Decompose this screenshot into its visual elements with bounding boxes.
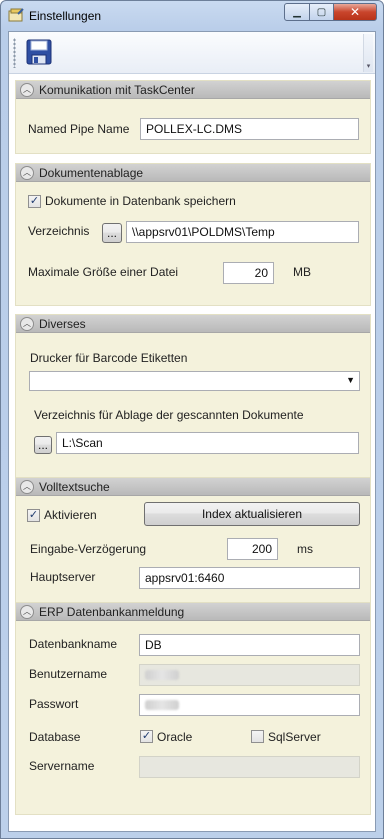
close-icon: ✕ xyxy=(349,5,361,19)
close-button[interactable]: ✕ xyxy=(333,3,377,21)
max-file-size-unit: MB xyxy=(293,265,311,279)
fulltext-activate-checkbox[interactable]: ✓ xyxy=(27,509,40,522)
minimize-icon: ▁ xyxy=(293,6,301,18)
main-server-input[interactable]: appsrv01:6460 xyxy=(139,567,360,589)
floppy-disk-icon[interactable] xyxy=(25,38,53,66)
minimize-button[interactable]: ▁ xyxy=(284,3,310,21)
toolbar-overflow-button[interactable]: ▾ xyxy=(363,34,373,72)
browse-directory-button[interactable]: ... xyxy=(102,223,122,243)
input-delay-input[interactable]: 200 xyxy=(227,538,278,560)
database-label: Database xyxy=(29,730,81,744)
named-pipe-input[interactable]: POLLEX-LC.DMS xyxy=(140,118,359,140)
main-server-label: Hauptserver xyxy=(30,570,96,584)
db-name-label: Datenbankname xyxy=(29,637,118,651)
barcode-printer-label: Drucker für Barcode Etiketten xyxy=(30,351,188,365)
chevron-up-icon[interactable]: ︿ xyxy=(20,317,34,331)
password-label: Passwort xyxy=(29,697,79,711)
settings-client-area: ▾ ︿ Komunikation mit TaskCenter Named Pi… xyxy=(8,31,376,832)
section-title: Diverses xyxy=(39,317,86,331)
section-title: ERP Datenbankanmeldung xyxy=(39,605,185,619)
dropdown-arrow-icon: ▼ xyxy=(346,375,355,385)
password-input[interactable] xyxy=(139,694,360,716)
oracle-label: Oracle xyxy=(157,730,193,744)
section-header-diverses[interactable]: ︿ Diverses xyxy=(16,315,370,333)
section-header-dokumentenablage[interactable]: ︿ Dokumentenablage xyxy=(16,164,370,182)
store-in-db-checkbox[interactable]: ✓ xyxy=(28,195,41,208)
settings-window-icon xyxy=(8,8,24,22)
servername-label: Servername xyxy=(29,759,95,773)
window-title: Einstellungen xyxy=(29,9,102,23)
section-header-volltextsuche[interactable]: ︿ Volltextsuche xyxy=(16,478,370,496)
oracle-checkbox[interactable]: ✓ xyxy=(140,730,153,743)
section-erp-login: ︿ ERP Datenbankanmeldung Datenbankname D… xyxy=(15,602,371,815)
store-in-db-label: Dokumente in Datenbank speichern xyxy=(45,194,236,208)
chevron-up-icon[interactable]: ︿ xyxy=(20,166,34,180)
named-pipe-label: Named Pipe Name xyxy=(28,122,130,136)
username-input[interactable] xyxy=(139,664,360,686)
fulltext-activate-label: Aktivieren xyxy=(44,508,97,522)
db-name-input[interactable]: DB xyxy=(139,634,360,656)
max-file-size-input[interactable]: 20 xyxy=(223,262,274,284)
servername-input[interactable] xyxy=(139,756,360,778)
title-bar[interactable]: Einstellungen ▁ ▢ ✕ xyxy=(1,1,383,31)
section-header-taskcenter[interactable]: ︿ Komunikation mit TaskCenter xyxy=(16,81,370,99)
section-title: Komunikation mit TaskCenter xyxy=(39,83,195,97)
maximize-icon: ▢ xyxy=(316,6,327,18)
scan-directory-input[interactable]: L:\Scan xyxy=(56,432,359,454)
toolbar-grip[interactable] xyxy=(13,38,16,68)
toolbar: ▾ xyxy=(9,32,375,74)
chevron-up-icon[interactable]: ︿ xyxy=(20,83,34,97)
settings-window: Einstellungen ▁ ▢ ✕ ▾ ︿ Komunikation mit… xyxy=(0,0,384,839)
section-dokumentenablage: ︿ Dokumentenablage ✓ Dokumente in Datenb… xyxy=(15,163,371,306)
chevron-down-icon: ▾ xyxy=(366,63,371,70)
input-delay-unit: ms xyxy=(297,542,313,556)
chevron-up-icon[interactable]: ︿ xyxy=(20,480,34,494)
update-index-button[interactable]: Index aktualisieren xyxy=(144,502,360,526)
maximize-button[interactable]: ▢ xyxy=(309,3,334,21)
barcode-printer-select[interactable]: ▼ xyxy=(29,371,360,391)
chevron-up-icon[interactable]: ︿ xyxy=(20,605,34,619)
section-title: Volltextsuche xyxy=(39,480,110,494)
username-label: Benutzername xyxy=(29,667,108,681)
section-diverses: ︿ Diverses Drucker für Barcode Etiketten… xyxy=(15,314,371,493)
sqlserver-checkbox[interactable] xyxy=(251,730,264,743)
section-header-erp-login[interactable]: ︿ ERP Datenbankanmeldung xyxy=(16,603,370,621)
scan-directory-label: Verzeichnis für Ablage der gescannten Do… xyxy=(34,408,304,422)
input-delay-label: Eingabe-Verzögerung xyxy=(30,542,147,556)
redacted-value xyxy=(145,670,179,680)
directory-input[interactable]: \\appsrv01\POLDMS\Temp xyxy=(126,221,359,243)
directory-label: Verzeichnis xyxy=(28,224,90,238)
section-title: Dokumentenablage xyxy=(39,166,144,180)
section-taskcenter: ︿ Komunikation mit TaskCenter Named Pipe… xyxy=(15,80,371,154)
sqlserver-label: SqlServer xyxy=(268,730,321,744)
browse-scan-directory-button[interactable]: ... xyxy=(34,436,52,454)
redacted-value xyxy=(145,700,179,710)
max-file-size-label: Maximale Größe einer Datei xyxy=(28,265,179,279)
